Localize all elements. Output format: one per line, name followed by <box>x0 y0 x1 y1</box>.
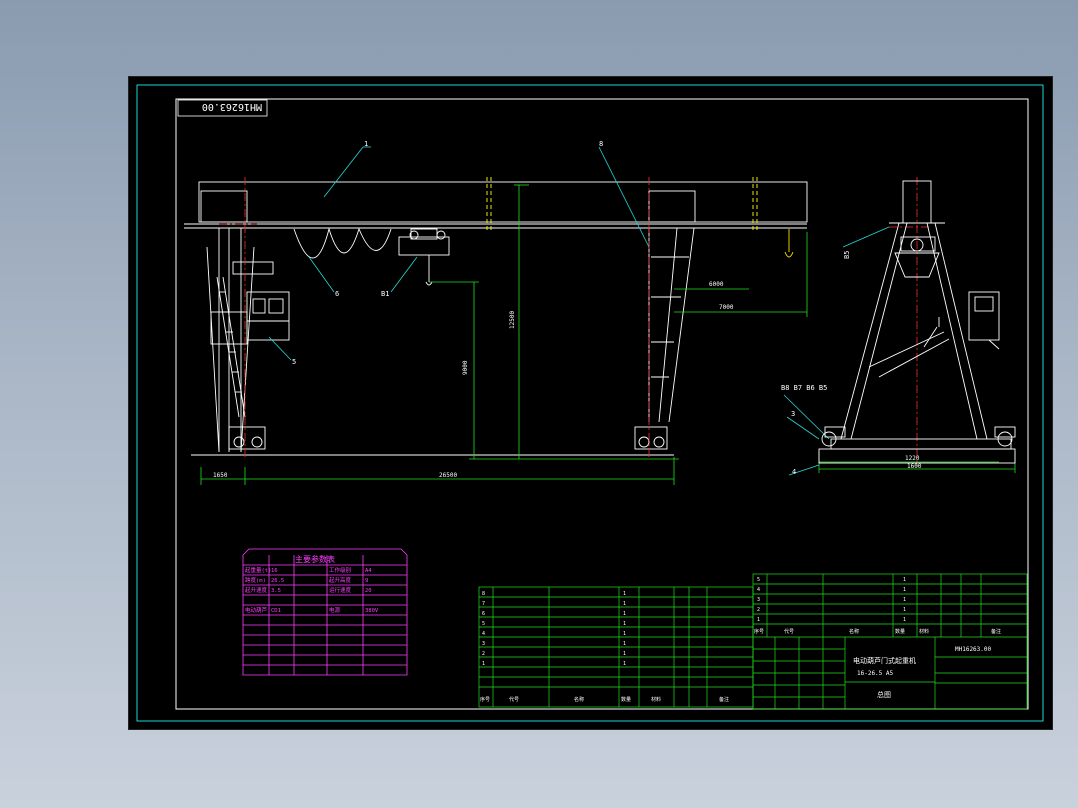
tech-cell: 26.5 <box>271 578 284 584</box>
bom-cell: 1 <box>623 661 626 667</box>
leaders <box>268 146 890 476</box>
balloon-b1: B1 <box>381 290 389 298</box>
title-block-text: 电动葫芦门式起重机 16-26.5 A5 总图 MH16263.00 <box>853 646 992 699</box>
dim-left-offset: 1650 <box>213 472 228 479</box>
balloon-6: 6 <box>335 290 339 298</box>
inner-border <box>175 98 1029 710</box>
balloon-1: 1 <box>364 140 368 148</box>
bom-header: 数量 <box>621 696 631 703</box>
dim-hook-travel: 7000 <box>719 304 734 311</box>
center-lines <box>219 177 929 467</box>
balloon-3: 3 <box>791 410 795 418</box>
bom-cell: 7 <box>482 601 485 607</box>
right-cell: 4 <box>757 587 760 593</box>
right-cell: 5 <box>757 577 760 583</box>
right-table-cells: 5 4 3 2 1 1 1 1 1 1 序号 代号 名称 数量 材料 备注 <box>754 577 1001 635</box>
right-cell: 1 <box>903 577 906 583</box>
drawing-type: 总图 <box>877 690 891 699</box>
bom-cell: 1 <box>482 661 485 667</box>
right-header: 序号 <box>754 628 764 635</box>
right-header: 名称 <box>849 628 859 635</box>
bom-cell: 1 <box>623 611 626 617</box>
bom-cell: 1 <box>623 601 626 607</box>
tech-table-title: 主要参数表 <box>295 554 335 564</box>
balloon-group: B8 B7 B6 B5 <box>781 384 827 392</box>
bom-header: 备注 <box>719 696 729 703</box>
tech-cell: 运行速度 <box>329 586 352 594</box>
dim-base-width: 1600 <box>907 463 922 470</box>
right-header: 备注 <box>991 628 1001 635</box>
bom-header: 序号 <box>480 696 490 703</box>
right-cell: 1 <box>903 607 906 613</box>
bom-cell: 1 <box>623 591 626 597</box>
tech-cell: 20 <box>365 588 372 594</box>
tech-cell: 9 <box>365 578 368 584</box>
balloon-5: 5 <box>292 358 296 366</box>
balloon-8: 8 <box>599 140 603 148</box>
balloon-4: 4 <box>792 468 796 476</box>
dim-rail: 1220 <box>905 455 920 462</box>
tech-cell: 16 <box>271 568 278 574</box>
right-cell: 1 <box>903 617 906 623</box>
balloon-labels: 1 8 6 B1 5 3 4 B8 B7 B6 B5 B5 <box>292 140 851 476</box>
tech-cell: 跨度(m) <box>245 576 266 584</box>
dim-total-height: 12500 <box>509 311 516 329</box>
dim-hook-clear: 6000 <box>709 281 724 288</box>
tech-cell: A4 <box>365 568 372 574</box>
right-header: 代号 <box>784 628 794 635</box>
bom-header: 材料 <box>651 696 661 703</box>
right-header: 材料 <box>919 628 929 635</box>
tech-cell: CD1 <box>271 608 281 614</box>
tech-cell: 起升速度 <box>245 586 268 594</box>
cad-drawing: MH16263.00 1650 26500 6000 7000 9000 125… <box>136 84 1044 722</box>
dim-span: 26500 <box>439 472 457 479</box>
bom-table <box>478 586 754 708</box>
bom-cell: 5 <box>482 621 485 627</box>
bom-cell: 4 <box>482 631 485 637</box>
bom-cell: 1 <box>623 621 626 627</box>
tech-cell: 起升高度 <box>329 576 352 584</box>
bom-cell: 2 <box>482 651 485 657</box>
tech-cell: 工作级别 <box>329 566 351 574</box>
dim-lift-height: 9000 <box>462 360 469 375</box>
product-spec: 16-26.5 A5 <box>857 670 894 677</box>
front-view <box>184 177 808 456</box>
right-cell: 3 <box>757 597 760 603</box>
bom-cell: 1 <box>623 641 626 647</box>
balloon-right-top: B5 <box>843 251 851 259</box>
bom-cell: 6 <box>482 611 485 617</box>
drawing-no: MH16263.00 <box>955 646 992 653</box>
tech-table-cells: 起重量(t) 16 工作级别 A4 跨度(m) 26.5 起升高度 9 起升速度… <box>245 566 379 614</box>
right-cell: 1 <box>903 597 906 603</box>
dimension-labels: 1650 26500 6000 7000 9000 12500 1220 160… <box>213 281 922 479</box>
tech-cell: 起重量(t) <box>245 566 271 574</box>
bom-header: 名称 <box>574 696 584 703</box>
bom-cell: 1 <box>623 631 626 637</box>
right-cell: 1 <box>757 617 760 623</box>
product-name: 电动葫芦门式起重机 <box>853 656 916 665</box>
bom-cell: 8 <box>482 591 485 597</box>
code-stamp: MH16263.00 <box>202 101 262 112</box>
drawing-sheet: MH16263.00 1650 26500 6000 7000 9000 125… <box>129 77 1052 729</box>
tech-cell: 3.5 <box>271 588 281 594</box>
bom-header: 代号 <box>509 696 519 703</box>
right-header: 数量 <box>895 628 905 635</box>
right-cell: 1 <box>903 587 906 593</box>
tech-cell: 380V <box>365 608 379 614</box>
right-cell: 2 <box>757 607 760 613</box>
tech-cell: 电源 <box>329 606 341 614</box>
dimensions <box>200 184 1016 485</box>
bom-cell: 1 <box>623 651 626 657</box>
right-table <box>752 573 1028 710</box>
tech-cell: 电动葫芦 <box>245 606 268 614</box>
bom-cell: 3 <box>482 641 485 647</box>
outer-border <box>136 84 1044 722</box>
